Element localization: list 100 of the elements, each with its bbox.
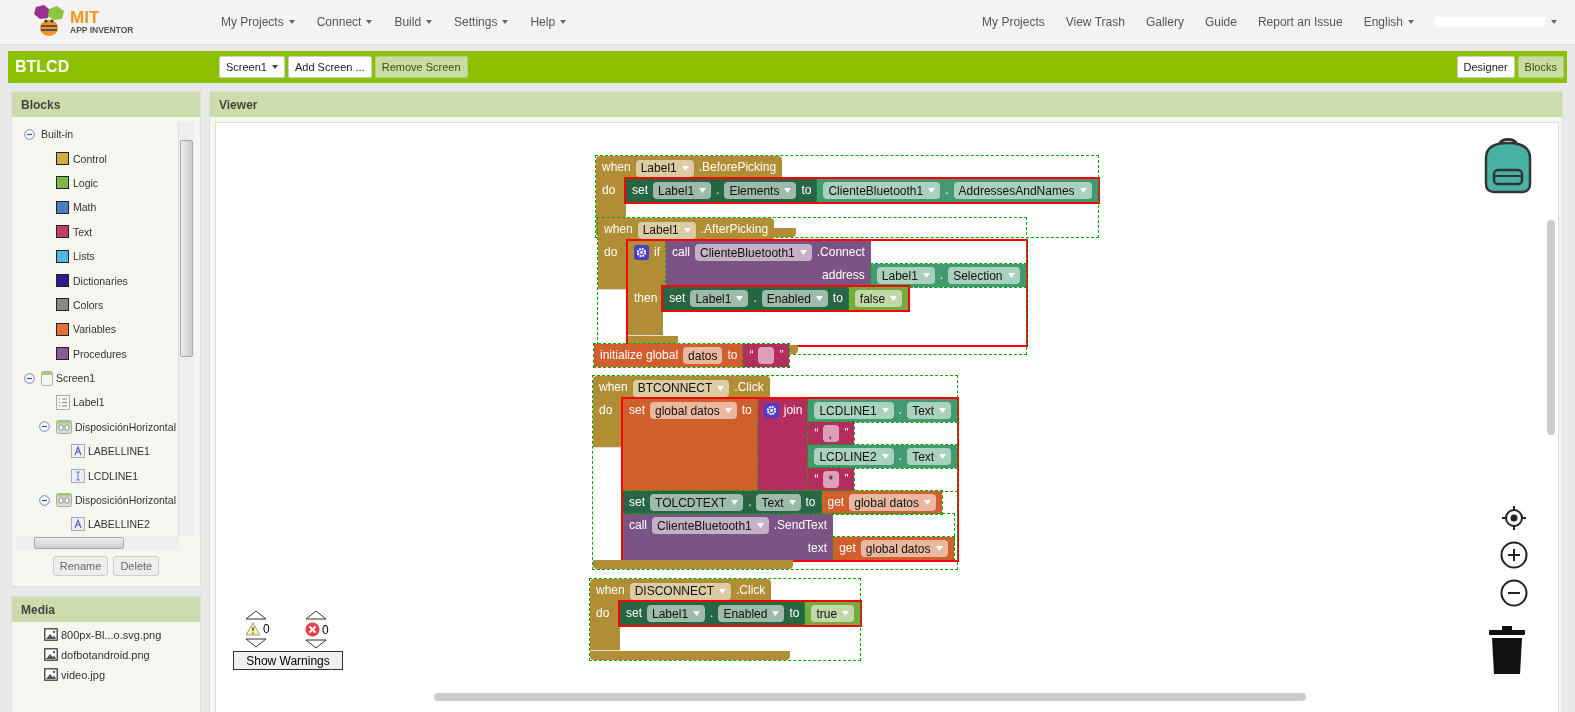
block-label: .: [753, 290, 757, 307]
editor-tab[interactable]: Designer: [1456, 56, 1515, 78]
event-block[interactable]: when BTCONNECT .Click do set global datos to join LCDLINE1 . Text “ , ” LCDLINE2 . Text “ * ” set TOLCDTEXT . Text to get global datos call ClienteBluetooth1 .SendText text get global datos: [593, 376, 958, 569]
tree-item[interactable]: Lists: [73, 250, 95, 263]
tree-item[interactable]: LABELLINE2: [88, 518, 150, 531]
dropdown[interactable]: global datos: [849, 494, 936, 511]
block-label: set: [669, 290, 686, 307]
text-field[interactable]: datos: [683, 347, 723, 364]
setter-block[interactable]: set TOLCDTEXT . Text to get global datos: [623, 491, 942, 514]
nav-link[interactable]: Gallery: [1145, 15, 1184, 29]
text-block[interactable]: “ , ”: [808, 422, 855, 445]
getter-block[interactable]: LCDLINE1 . Text: [808, 399, 958, 422]
tree-item[interactable]: Dictionaries: [73, 274, 128, 287]
tree-item[interactable]: DisposiciónHorizontal: [75, 494, 176, 507]
getter-block[interactable]: ClienteBluetooth1 . AddressesAndNames: [817, 179, 1098, 202]
event-block[interactable]: when DISCONNECT .Click do set Label1 . Enabled to true: [590, 579, 861, 660]
setter-block[interactable]: set Label1 . Elements to ClienteBluetooth1 . AddressesAndNames: [626, 179, 1098, 202]
boolean-block[interactable]: true: [805, 602, 861, 625]
variable-getter-block[interactable]: get global datos: [821, 491, 942, 514]
tree-item[interactable]: LABELLINE1: [88, 445, 150, 458]
join-block[interactable]: join LCDLINE1 . Text “ , ” LCDLINE2 . Text “ * ”: [757, 399, 958, 491]
dropdown[interactable]: ClienteBluetooth1: [695, 244, 812, 261]
dropdown[interactable]: AddressesAndNames: [953, 182, 1092, 199]
dropdown[interactable]: Label1: [690, 290, 749, 307]
nav-link[interactable]: Report an Issue: [1257, 15, 1343, 29]
block-label: .: [748, 494, 752, 511]
project-name: BTLCD: [14, 58, 71, 76]
tree-item[interactable]: LCDLINE1: [88, 469, 139, 482]
screen-dropdown[interactable]: Screen1: [219, 56, 285, 78]
media-file[interactable]: video.jpg: [61, 668, 106, 681]
setter-block[interactable]: set Label1 . Enabled to true: [620, 602, 861, 625]
dropdown[interactable]: Enabled: [761, 290, 828, 307]
dropdown[interactable]: BTCONNECT: [632, 379, 730, 397]
panel-button[interactable]: Delete: [113, 556, 160, 576]
dropdown[interactable]: Elements: [724, 182, 797, 199]
panel-button[interactable]: Rename: [52, 556, 109, 576]
dropdown[interactable]: LCDLINE2: [814, 448, 894, 465]
dropdown[interactable]: Label1: [647, 605, 706, 622]
text-block[interactable]: “ ”: [743, 344, 790, 367]
tree-item[interactable]: Variables: [73, 323, 116, 336]
dropdown[interactable]: Text: [907, 402, 952, 419]
language-menu[interactable]: English: [1363, 15, 1414, 29]
menu[interactable]: Connect: [316, 15, 373, 29]
getter-block[interactable]: Label1 . Selection: [870, 264, 1026, 287]
dropdown[interactable]: ClienteBluetooth1: [652, 517, 769, 534]
tree-item[interactable]: Label1: [73, 396, 105, 409]
text-field[interactable]: ,: [823, 425, 840, 442]
tree-item[interactable]: Text: [73, 225, 93, 238]
nav-link[interactable]: My Projects: [982, 15, 1045, 29]
editor-tab[interactable]: Blocks: [1517, 56, 1564, 78]
dropdown[interactable]: Selection: [948, 267, 1020, 284]
block-label: when: [602, 159, 631, 176]
global-variable-block[interactable]: initialize global datos to “ ”: [594, 344, 790, 367]
nav-link[interactable]: Guide: [1204, 15, 1237, 29]
menu[interactable]: Build: [394, 15, 433, 29]
menu[interactable]: My Projects: [221, 15, 295, 29]
method-call-block[interactable]: call ClienteBluetooth1 .SendText text get global datos: [623, 514, 954, 560]
logo-subtitle: APP INVENTOR: [70, 26, 134, 35]
nav-link[interactable]: View Trash: [1065, 15, 1125, 29]
dropdown[interactable]: Label1: [635, 159, 694, 177]
dropdown[interactable]: DISCONNECT: [629, 582, 732, 600]
text-block[interactable]: “ * ”: [808, 468, 855, 491]
tree-item[interactable]: Screen1: [56, 372, 96, 385]
menu[interactable]: Settings: [454, 15, 509, 29]
dropdown[interactable]: Label1: [876, 267, 935, 284]
tree-item[interactable]: DisposiciónHorizontal: [75, 420, 176, 433]
toolbar-button[interactable]: Add Screen ...: [288, 56, 372, 78]
tree-item[interactable]: Built-in: [41, 128, 74, 141]
dropdown[interactable]: Label1: [637, 221, 696, 239]
media-file[interactable]: dofbotandroid.png: [61, 648, 150, 661]
dropdown[interactable]: false: [854, 290, 903, 307]
dropdown[interactable]: Text: [756, 494, 801, 511]
if-block[interactable]: if call ClienteBluetooth1 .Connect address Label1 . Selection then set Label1 . Enabled to false: [628, 241, 1026, 345]
dropdown[interactable]: ClienteBluetooth1: [823, 182, 941, 199]
menu[interactable]: Help: [530, 15, 567, 29]
dropdown[interactable]: Text: [907, 448, 952, 465]
block-label: .Click: [734, 379, 764, 396]
tree-item[interactable]: Logic: [73, 176, 99, 189]
setter-block[interactable]: set Label1 . Enabled to false: [663, 287, 909, 310]
getter-block[interactable]: LCDLINE2 . Text: [808, 445, 958, 468]
variable-setter-block[interactable]: set global datos to join LCDLINE1 . Text “ , ” LCDLINE2 . Text “ * ”: [623, 399, 958, 491]
boolean-block[interactable]: false: [848, 287, 909, 310]
dropdown[interactable]: Enabled: [718, 605, 785, 622]
show-warnings-button[interactable]: Show Warnings: [233, 651, 343, 670]
tree-item[interactable]: Colors: [73, 298, 104, 311]
dropdown[interactable]: global datos: [650, 402, 737, 419]
tree-item[interactable]: Math: [73, 201, 97, 214]
block-label: .: [898, 402, 903, 419]
media-file[interactable]: 800px-Bl...o.svg.png: [61, 628, 162, 641]
dropdown[interactable]: true: [811, 605, 855, 622]
block-label: to: [789, 605, 800, 622]
dropdown[interactable]: Label1: [653, 182, 712, 199]
text-field[interactable]: *: [823, 471, 840, 488]
dropdown[interactable]: TOLCDTEXT: [650, 494, 744, 511]
block-label: do: [604, 244, 618, 261]
variable-getter-block[interactable]: get global datos: [833, 537, 954, 560]
dropdown[interactable]: global datos: [860, 540, 948, 557]
tree-item[interactable]: Procedures: [73, 347, 127, 360]
dropdown[interactable]: LCDLINE1: [814, 402, 894, 419]
tree-item[interactable]: Control: [73, 152, 107, 165]
